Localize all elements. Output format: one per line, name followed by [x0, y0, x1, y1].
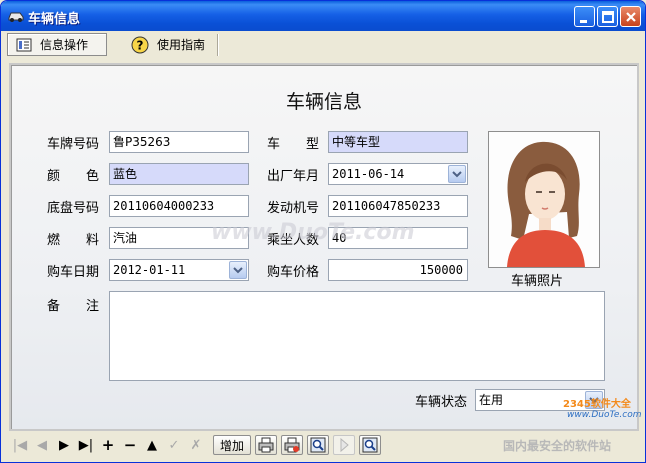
print-preview-icon: [284, 437, 300, 453]
print-icon: [258, 437, 274, 453]
play-icon: [340, 437, 349, 453]
close-icon: [626, 12, 636, 22]
last-record-button[interactable]: ▶|: [75, 435, 97, 455]
watermark-brand: 2345软件大全: [563, 399, 631, 410]
cancel-icon: ✗: [190, 437, 202, 453]
delete-record-button[interactable]: −: [119, 435, 141, 455]
status-label: 车辆状态: [415, 395, 468, 410]
status-value: 在用: [479, 393, 504, 407]
add-button[interactable]: 增加: [213, 435, 251, 455]
price-field[interactable]: 150000: [328, 259, 468, 281]
minimize-icon: [580, 20, 587, 23]
chassis-label: 底盘号码: [47, 201, 100, 216]
plate-label: 车牌号码: [47, 137, 100, 152]
post-record-button[interactable]: ✓: [163, 435, 185, 455]
first-icon: |◀: [12, 437, 28, 453]
window-title: 车辆信息: [28, 12, 81, 27]
print-button[interactable]: [255, 435, 277, 455]
fuel-label: 燃 料: [47, 233, 100, 248]
chevron-down-icon: [233, 267, 243, 274]
form-panel: 车辆信息 车牌号码 鲁P35263 车 型 中等车型 颜 色 蓝色 出厂年月 2…: [9, 63, 642, 431]
vehicle-photo[interactable]: [488, 131, 600, 268]
form-title: 车辆信息: [285, 91, 362, 113]
find-button[interactable]: [359, 435, 381, 455]
color-label: 颜 色: [47, 169, 100, 184]
memo-textarea[interactable]: [109, 291, 605, 381]
buy-date-dropdown-button[interactable]: [229, 261, 247, 279]
maximize-button[interactable]: [597, 6, 618, 27]
chassis-field[interactable]: 20110604000233: [109, 195, 249, 217]
engine-field[interactable]: 201106047850233: [328, 195, 468, 217]
color-field[interactable]: 蓝色: [109, 163, 249, 185]
tab-guide-label: 使用指南: [157, 38, 206, 52]
last-icon: ▶|: [78, 437, 94, 453]
chevron-down-icon: [452, 171, 462, 178]
buy-date-value: 2012-01-11: [113, 263, 186, 277]
tab-info-operation[interactable]: 信息操作: [7, 33, 107, 56]
mfg-date-field[interactable]: 2011-06-14: [328, 163, 468, 185]
plate-field[interactable]: 鲁P35263: [109, 131, 249, 153]
next-record-button[interactable]: ▶: [53, 435, 75, 455]
buy-date-field[interactable]: 2012-01-11: [109, 259, 249, 281]
first-record-button[interactable]: |◀: [9, 435, 31, 455]
up-icon: ▲: [147, 437, 157, 453]
print-preview-button[interactable]: [281, 435, 303, 455]
form-icon: [16, 38, 32, 51]
tab-info-label: 信息操作: [40, 38, 89, 52]
mfg-date-dropdown-button[interactable]: [448, 165, 466, 183]
search-button[interactable]: [307, 435, 329, 455]
delete-icon: −: [123, 436, 137, 454]
svg-text:?: ?: [137, 38, 144, 52]
help-icon: ?: [131, 36, 149, 53]
type-label: 车 型: [267, 137, 320, 152]
memo-label: 备 注: [47, 299, 100, 314]
find-icon: [362, 437, 378, 453]
car-icon: [8, 12, 24, 22]
insert-record-button[interactable]: +: [97, 435, 119, 455]
watermark-slogan: 国内最安全的软件站: [503, 438, 612, 453]
prev-icon: ◀: [37, 437, 47, 453]
save-icon: ✓: [168, 437, 180, 453]
watermark-text: www.DuoTe.com: [211, 220, 415, 245]
price-label: 购车价格: [267, 265, 320, 280]
toolbar: 信息操作 ? 使用指南: [5, 32, 641, 57]
maximize-icon: [602, 11, 614, 23]
add-icon: +: [101, 436, 115, 454]
title-bar[interactable]: 车辆信息: [1, 1, 645, 31]
watermark-url: www.DuoTe.com: [567, 410, 642, 420]
photo-caption: 车辆照片: [511, 274, 564, 289]
minimize-button[interactable]: [574, 6, 595, 27]
prev-record-button[interactable]: ◀: [31, 435, 53, 455]
close-button[interactable]: [620, 6, 641, 27]
next-icon: ▶: [59, 437, 69, 453]
main-window: 车辆信息 信息操作 ? 使用指南 车辆信息 车牌号码 鲁P35263 车 型 中…: [0, 0, 646, 463]
toolbar-separator: [217, 34, 219, 56]
mfg-date-label: 出厂年月: [267, 169, 320, 184]
type-field[interactable]: 中等车型: [328, 131, 468, 153]
tab-user-guide[interactable]: ? 使用指南: [123, 33, 221, 56]
play-button[interactable]: [333, 435, 355, 455]
record-navigator: |◀ ◀ ▶ ▶| + − ▲ ✓ ✗ 增加 国内最安全的软件站: [9, 433, 639, 457]
portrait-image: [489, 132, 599, 267]
mfg-date-value: 2011-06-14: [332, 167, 405, 181]
cancel-record-button[interactable]: ✗: [185, 435, 207, 455]
search-icon: [310, 437, 326, 453]
buy-date-label: 购车日期: [47, 265, 100, 280]
engine-label: 发动机号: [267, 201, 320, 216]
edit-record-button[interactable]: ▲: [141, 435, 163, 455]
